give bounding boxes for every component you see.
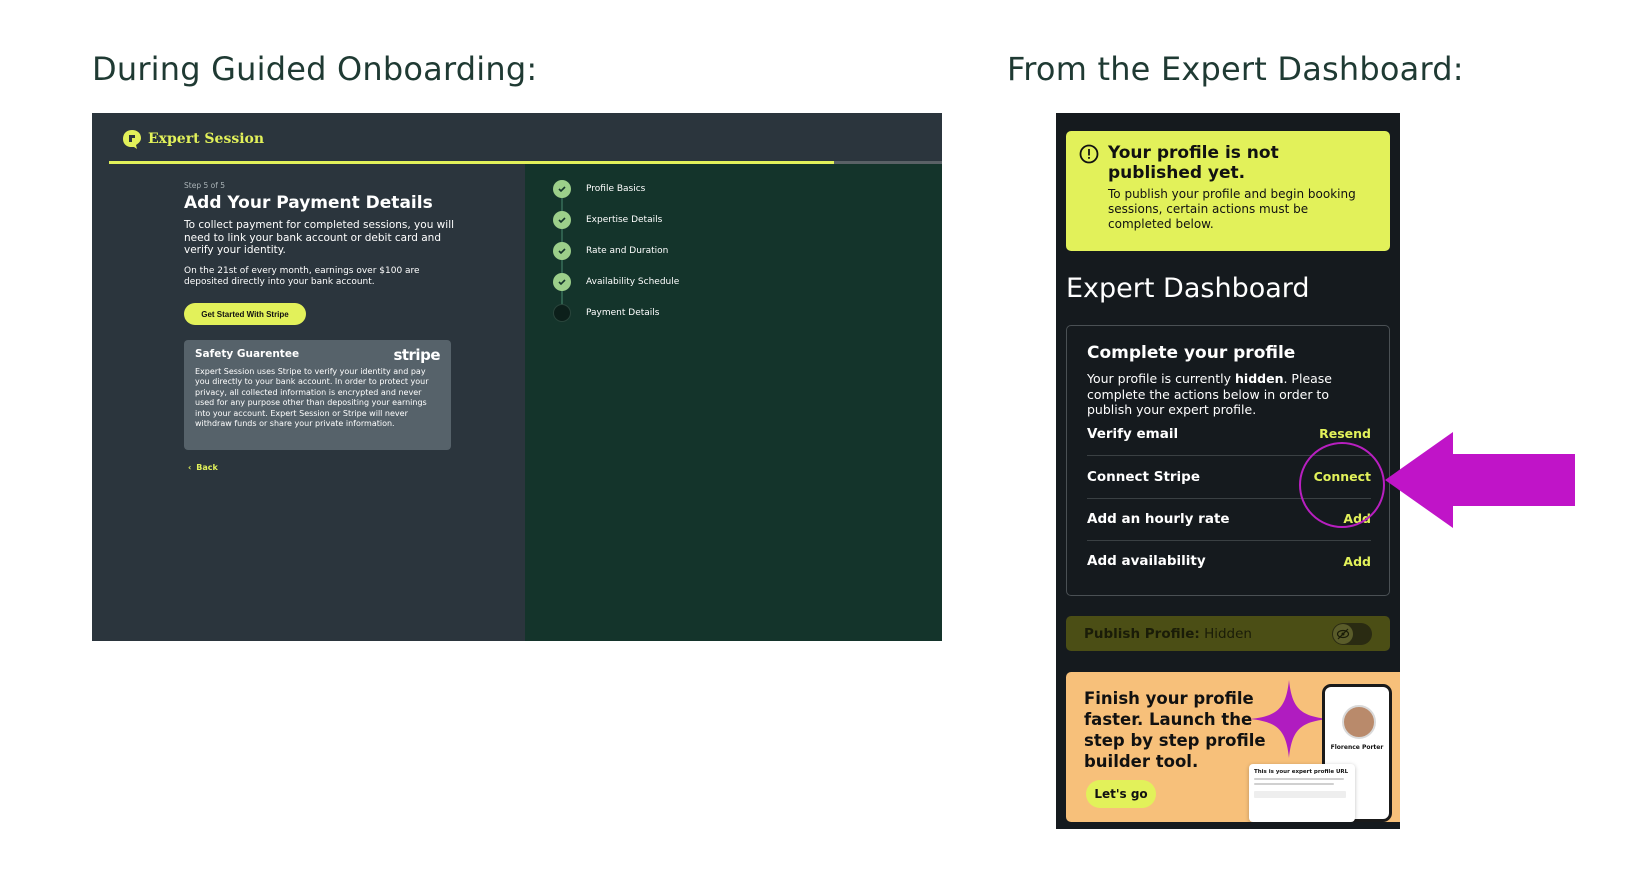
page-title: Add Your Payment Details [184, 193, 433, 213]
card-title: Complete your profile [1087, 343, 1296, 363]
payout-note: On the 21st of every month, earnings ove… [184, 266, 420, 287]
back-link[interactable]: ‹ Back [188, 463, 218, 472]
check-icon [553, 242, 571, 260]
chevron-left-icon: ‹ [188, 463, 192, 472]
page-description: To collect payment for completed session… [184, 219, 455, 256]
get-started-stripe-button[interactable]: Get Started With Stripe [184, 303, 306, 325]
row-label: Verify email [1087, 425, 1179, 442]
profile-name: Florence Porter [1330, 744, 1384, 751]
check-icon [553, 180, 571, 198]
unpublished-alert: Your profile is not published yet. To pu… [1066, 131, 1390, 251]
onboarding-heading: During Guided Onboarding: [92, 50, 538, 88]
step-label: Expertise Details [586, 215, 663, 225]
card-description: Your profile is currently hidden. Please… [1087, 371, 1332, 417]
safety-guarantee-text: Expert Session uses Stripe to verify you… [195, 367, 429, 429]
step-item-availability-schedule[interactable]: Availability Schedule [553, 273, 679, 291]
profile-builder-promo: Finish your profile faster. Launch the s… [1066, 672, 1400, 822]
profile-url-title: This is your expert profile URL [1254, 769, 1349, 775]
text-stub [1254, 778, 1344, 780]
lets-go-button[interactable]: Let's go [1086, 780, 1156, 808]
step-item-rate-duration[interactable]: Rate and Duration [553, 242, 668, 260]
row-availability: Add availability Add [1087, 539, 1371, 583]
progress-bar [109, 161, 942, 164]
step-connector [561, 259, 563, 273]
sparkle-icon [1250, 680, 1328, 758]
logo-text: Expert Session [148, 131, 265, 147]
check-icon [553, 273, 571, 291]
publish-profile-bar: Publish Profile: Hidden [1066, 616, 1390, 651]
logo[interactable]: Expert Session [122, 129, 264, 149]
app-header: Expert Session [92, 113, 942, 165]
check-icon [553, 211, 571, 229]
row-label: Add an hourly rate [1087, 510, 1230, 527]
step-item-expertise-details[interactable]: Expertise Details [553, 211, 662, 229]
eye-off-icon [1333, 623, 1353, 644]
publish-status: Publish Profile: Hidden [1084, 625, 1252, 642]
row-label: Add availability [1087, 553, 1206, 569]
step-label: Availability Schedule [586, 277, 680, 287]
onboarding-screenshot: Expert Session Step 5 of 5 Add Your Paym… [92, 113, 942, 641]
progress-fill [109, 161, 834, 164]
step-item-profile-basics[interactable]: Profile Basics [553, 180, 645, 198]
alert-icon [1079, 144, 1099, 164]
pointer-arrow-icon [1385, 432, 1575, 528]
add-availability-button[interactable]: Add [1343, 554, 1371, 569]
text-stub [1254, 783, 1334, 785]
stripe-logo: stripe [393, 346, 440, 364]
step-item-payment-details[interactable]: Payment Details [553, 304, 659, 322]
alert-text: To publish your profile and begin bookin… [1108, 187, 1356, 231]
pending-step-icon [553, 304, 571, 322]
avatar [1342, 705, 1376, 739]
step-label: Rate and Duration [586, 246, 669, 256]
publish-toggle[interactable] [1332, 622, 1372, 645]
step-list-panel [525, 164, 942, 641]
back-label: Back [196, 463, 218, 472]
page-title: Expert Dashboard [1066, 273, 1310, 304]
step-connector [561, 228, 563, 242]
step-connector [561, 197, 563, 211]
row-label: Connect Stripe [1087, 468, 1200, 485]
logo-icon [123, 130, 141, 149]
url-field-stub [1254, 791, 1346, 798]
promo-text: Finish your profile faster. Launch the s… [1084, 689, 1266, 771]
step-connector [561, 290, 563, 304]
step-label: Payment Details [586, 308, 660, 318]
step-label: Profile Basics [586, 184, 646, 194]
resend-button[interactable]: Resend [1319, 426, 1371, 441]
safety-guarantee-card: Safety Guarentee stripe Expert Session u… [184, 340, 451, 450]
profile-url-card: This is your expert profile URL [1249, 764, 1355, 822]
step-indicator: Step 5 of 5 [184, 181, 226, 190]
highlight-circle [1299, 442, 1385, 528]
dashboard-heading: From the Expert Dashboard: [1007, 50, 1464, 88]
alert-title: Your profile is not published yet. [1108, 143, 1279, 183]
